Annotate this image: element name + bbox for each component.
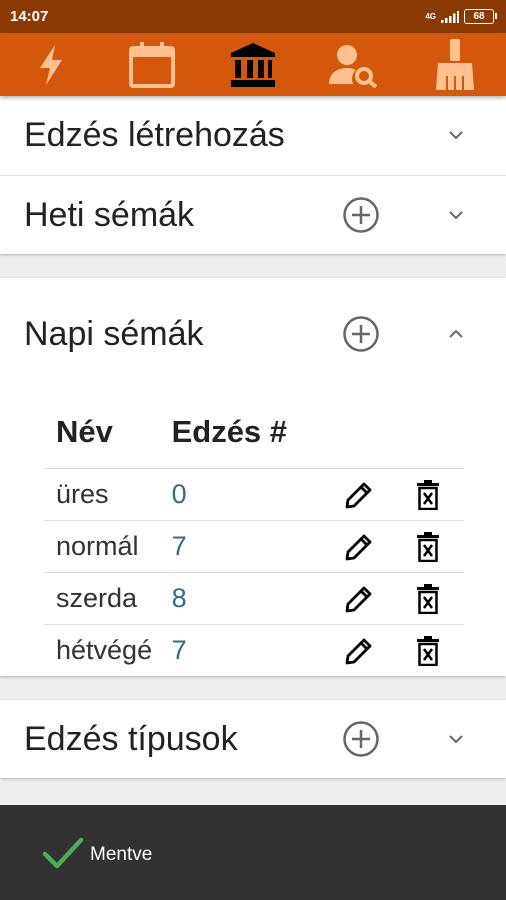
calendar-icon[interactable]	[122, 35, 182, 95]
table-header-row: Név Edzés #	[44, 396, 464, 469]
snackbar: Mentve	[0, 805, 506, 900]
battery-level: 68	[473, 10, 485, 22]
status-time: 14:07	[10, 8, 49, 25]
chevron-down-icon[interactable]	[442, 201, 470, 229]
chevron-down-icon[interactable]	[442, 121, 470, 149]
column-header-name: Név	[56, 414, 113, 449]
delete-trash-icon[interactable]	[392, 625, 464, 676]
section-weekly-schemas[interactable]: Heti sémák	[0, 176, 506, 254]
snackbar-message: Mentve	[90, 843, 153, 865]
broom-icon[interactable]	[425, 35, 485, 95]
chevron-up-icon[interactable]	[442, 320, 470, 348]
column-header-empty	[392, 396, 464, 469]
row-count: 0	[171, 468, 325, 521]
network-indicator: 4G	[425, 11, 436, 21]
row-name: normál	[44, 520, 172, 573]
section-daily-schemas-header[interactable]: Napi sémák	[0, 295, 506, 373]
section-title: Napi sémák	[24, 314, 204, 353]
top-toolbar	[0, 33, 506, 96]
status-bar: 14:07 4G 68	[0, 0, 506, 33]
column-header-count: Edzés #	[171, 414, 288, 449]
delete-trash-icon[interactable]	[392, 469, 464, 520]
section-title: Heti sémák	[24, 195, 195, 234]
add-circle-icon[interactable]	[341, 314, 381, 354]
chevron-down-icon[interactable]	[442, 725, 470, 753]
edit-pencil-icon[interactable]	[325, 625, 392, 676]
status-indicators: 4G 68	[425, 9, 497, 24]
row-name: szerda	[44, 572, 172, 625]
network-type: 4G	[425, 11, 436, 21]
row-name: üres	[44, 468, 172, 521]
section-create-workout[interactable]: Edzés létrehozás	[0, 96, 506, 174]
table-row: üres 0	[44, 468, 464, 521]
row-count: 7	[171, 624, 325, 676]
section-title: Edzés típusok	[24, 719, 238, 758]
delete-trash-icon[interactable]	[392, 521, 464, 572]
add-circle-icon[interactable]	[341, 719, 381, 759]
section-workout-types: Edzés típusok	[0, 700, 506, 778]
section-title: Edzés létrehozás	[24, 115, 285, 154]
section-workout-types-header[interactable]: Edzés típusok	[0, 700, 506, 778]
add-circle-icon[interactable]	[341, 195, 381, 235]
signal-icon	[441, 10, 459, 23]
row-count: 8	[171, 572, 325, 625]
table-row: szerda 8	[44, 572, 464, 625]
institution-icon[interactable]	[223, 35, 283, 95]
user-search-icon[interactable]	[324, 35, 384, 95]
lightning-icon[interactable]	[21, 35, 81, 95]
column-header-empty	[325, 396, 392, 469]
daily-schemas-table: Név Edzés # üres 0 normál 7 szerda 8 hét…	[44, 396, 464, 676]
top-card-group: Edzés létrehozás Heti sémák	[0, 96, 506, 254]
check-icon	[42, 837, 84, 868]
row-count: 7	[171, 520, 325, 573]
edit-pencil-icon[interactable]	[325, 521, 392, 572]
table-row: hétvégé 7	[44, 624, 464, 676]
row-name: hétvégé	[44, 624, 172, 676]
section-daily-schemas: Napi sémák Név Edzés # üres 0 normál 7 s…	[0, 278, 506, 676]
edit-pencil-icon[interactable]	[325, 573, 392, 624]
table-row: normál 7	[44, 520, 464, 573]
battery-icon: 68	[464, 9, 497, 24]
edit-pencil-icon[interactable]	[325, 469, 392, 520]
delete-trash-icon[interactable]	[392, 573, 464, 624]
